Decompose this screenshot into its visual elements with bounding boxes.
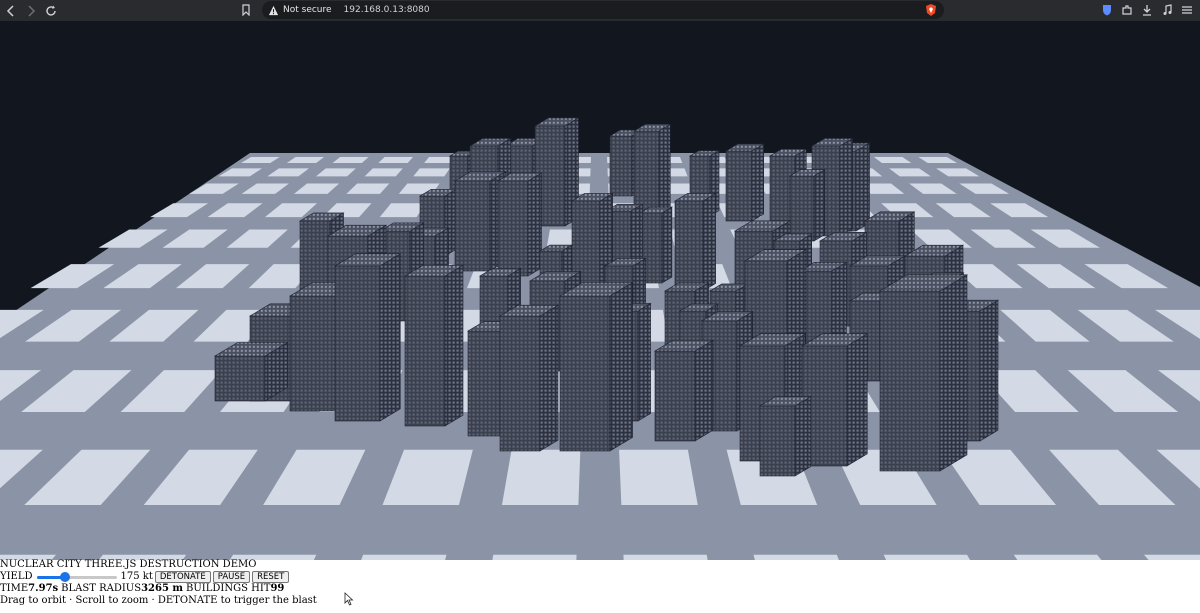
building-front	[609, 135, 633, 197]
building-front	[559, 295, 611, 452]
building-side	[939, 274, 968, 472]
building	[788, 168, 826, 242]
building-side	[539, 304, 559, 452]
building-front	[725, 150, 753, 222]
mouse-cursor-icon	[344, 592, 354, 606]
yield-slider[interactable]	[36, 571, 117, 583]
building	[724, 143, 765, 222]
building-front	[789, 175, 815, 242]
building	[758, 396, 812, 477]
hamburger-menu-icon	[1182, 6, 1192, 14]
address-bar[interactable]: Not secure 192.168.0.13:8080	[262, 1, 944, 19]
building-side	[661, 206, 673, 284]
buildings-hit-label: BUILDINGS HIT	[186, 583, 271, 594]
building	[213, 341, 289, 402]
building	[496, 172, 543, 277]
blast-radius-label: BLAST RADIUS	[61, 583, 142, 594]
download-icon	[1143, 5, 1151, 16]
building-side	[379, 253, 401, 422]
building-side	[637, 302, 651, 422]
building-front	[454, 180, 491, 272]
warning-icon	[268, 5, 279, 15]
buildings-hit-value: 99	[270, 583, 285, 594]
building-side	[694, 339, 714, 442]
time-value: 7.97s	[28, 583, 59, 594]
media-button[interactable]	[1160, 2, 1174, 18]
building-front	[334, 265, 381, 422]
forward-arrow-icon	[28, 4, 36, 17]
security-status[interactable]: Not secure	[283, 5, 332, 15]
building-front	[467, 330, 504, 437]
building-front	[499, 315, 541, 452]
downloads-button[interactable]	[1140, 2, 1154, 18]
city-canvas[interactable]	[0, 21, 1200, 560]
url-text[interactable]: 192.168.0.13:8080	[344, 5, 430, 15]
back-button[interactable]	[2, 2, 20, 20]
building-side	[527, 172, 542, 277]
building-side	[979, 299, 999, 442]
building-side	[609, 281, 633, 452]
shield-icon	[1103, 5, 1111, 16]
building-side	[813, 168, 826, 242]
building	[403, 264, 465, 427]
building-side	[444, 264, 464, 427]
bookmark-icon[interactable]	[240, 4, 252, 16]
building-side	[855, 142, 870, 232]
forward-button[interactable]	[22, 2, 40, 20]
building-side	[658, 123, 671, 222]
reset-button[interactable]: RESET	[252, 571, 290, 583]
building	[673, 192, 717, 292]
menu-button[interactable]	[1180, 2, 1194, 18]
city-block	[619, 449, 698, 506]
blast-radius-value: 3265 m	[141, 583, 183, 594]
pause-button[interactable]: PAUSE	[212, 571, 251, 583]
building-front	[214, 355, 266, 402]
extensions-button[interactable]	[1120, 2, 1134, 18]
detonate-button[interactable]: DETONATE	[154, 571, 211, 583]
building	[800, 333, 869, 467]
building	[333, 253, 402, 422]
building-front	[674, 200, 704, 292]
hud-title: NUCLEAR CITY THREE.JS DESTRUCTION DEMO	[0, 559, 257, 570]
building-front	[497, 180, 529, 277]
building-side	[751, 143, 765, 222]
reload-button[interactable]	[42, 2, 60, 20]
puzzle-icon	[1122, 5, 1132, 15]
building-side	[846, 333, 868, 467]
building-front	[759, 405, 796, 477]
building-side	[839, 137, 853, 237]
city-block	[501, 449, 581, 506]
bitwarden-extension[interactable]	[1100, 2, 1114, 18]
building-front	[289, 295, 341, 412]
building	[498, 304, 560, 452]
building-front	[654, 350, 696, 442]
help-text: Drag to orbit · Scroll to zoom · DETONAT…	[0, 595, 317, 606]
building	[653, 339, 715, 442]
yield-label: YIELD	[0, 571, 33, 582]
yield-value: 175 kt	[120, 571, 153, 582]
music-note-icon	[1163, 4, 1172, 15]
browser-toolbar: Not secure 192.168.0.13:8080	[0, 0, 1200, 21]
building-front	[879, 290, 941, 472]
city-render	[0, 21, 1200, 560]
time-label: TIME	[0, 583, 29, 594]
building-side	[794, 396, 812, 477]
hud-panel: NUCLEAR CITY THREE.JS DESTRUCTION DEMO Y…	[0, 559, 1200, 613]
back-arrow-icon	[6, 4, 14, 17]
reload-icon	[46, 5, 56, 16]
slider-thumb[interactable]	[59, 572, 70, 582]
building	[878, 274, 969, 472]
building-front	[404, 275, 446, 427]
building	[558, 281, 634, 452]
brave-shields-icon[interactable]	[924, 3, 938, 17]
building-side	[702, 192, 716, 292]
